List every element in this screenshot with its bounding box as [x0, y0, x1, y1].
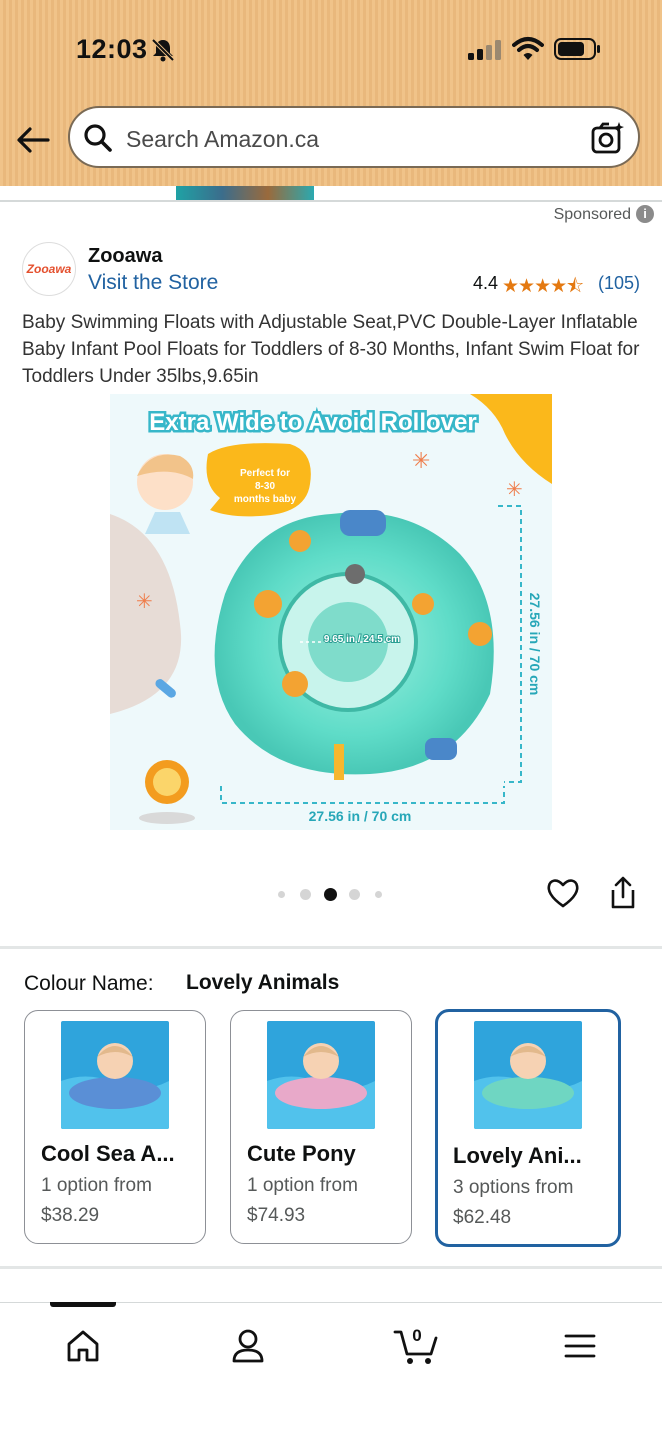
camera-search-icon[interactable] [590, 120, 626, 156]
swatch-options-count: 1 option from [41, 1175, 152, 1196]
colour-option-lovely-animals[interactable]: Lovely Ani... 3 options from $62.48 [435, 1009, 621, 1247]
product-image[interactable]: Extra Wide to Avoid Rollover Perfect for… [110, 394, 552, 830]
search-input[interactable] [124, 120, 568, 158]
image-banner-text: Extra Wide to Avoid Rollover [149, 409, 476, 436]
previous-product-image-edge [176, 186, 314, 200]
swatch-options-count: 3 options from [453, 1177, 574, 1198]
product-title[interactable]: Baby Swimming Floats with Adjustable Sea… [22, 309, 642, 390]
heart-icon[interactable] [546, 876, 580, 910]
swatch-name: Cool Sea A... [41, 1141, 175, 1166]
bubble-line-1: Perfect for [240, 468, 290, 479]
swatch-name: Cute Pony [247, 1141, 356, 1166]
battery-icon [554, 38, 600, 60]
bottom-navigation-bar [0, 1302, 662, 1441]
inner-dimension-text: 9.65 in / 24.5 cm [324, 634, 400, 645]
carousel-dot[interactable] [300, 889, 311, 900]
divider [0, 946, 662, 949]
swatch-options-count: 1 option from [247, 1175, 358, 1196]
colour-name-value: Lovely Animals [186, 971, 340, 994]
carousel-dot-active[interactable] [324, 888, 337, 901]
rating-value: 4.4 [473, 273, 499, 293]
colour-option-cute-pony[interactable]: Cute Pony 1 option from $74.93 [230, 1010, 412, 1244]
swatch-price: $74.93 [247, 1205, 306, 1226]
bubble-line-2: 8-30 [255, 481, 275, 492]
active-tab-indicator [50, 1302, 116, 1307]
share-icon[interactable] [607, 876, 639, 910]
svg-text:✳: ✳ [506, 477, 523, 501]
account-icon[interactable] [228, 1326, 268, 1366]
swatch-image [61, 1021, 169, 1129]
colour-option-cool-sea[interactable]: Cool Sea A... 1 option from $38.29 [24, 1010, 206, 1244]
swatch-name: Lovely Ani... [453, 1143, 582, 1168]
divider [0, 1266, 662, 1269]
carousel-dot[interactable] [349, 889, 360, 900]
bell-muted-icon [151, 38, 175, 62]
star-rating-icon[interactable]: ★★★★⯪ [502, 272, 584, 304]
back-arrow-button[interactable] [14, 120, 54, 160]
carousel-dot[interactable] [278, 891, 285, 898]
swatch-price: $62.48 [453, 1207, 512, 1228]
swatch-image [267, 1021, 375, 1129]
colour-name-label: Colour Name: [24, 972, 154, 995]
sponsored-label: Sponsored [553, 206, 631, 223]
info-icon[interactable]: i [636, 205, 654, 223]
swatch-image [474, 1021, 582, 1129]
store-name: Zooawa [88, 245, 163, 267]
svg-text:✳: ✳ [136, 589, 153, 613]
bubble-line-3: months baby [234, 494, 297, 505]
cart-count-badge: 0 [412, 1326, 422, 1345]
menu-icon[interactable] [560, 1326, 600, 1366]
svg-text:✳: ✳ [412, 449, 430, 474]
divider [0, 200, 662, 202]
cellular-signal-icon [468, 40, 501, 60]
carousel-dot[interactable] [375, 891, 382, 898]
status-time: 12:03 [76, 34, 148, 64]
bottom-dimension-text: 27.56 in / 70 cm [309, 808, 412, 824]
swatch-price: $38.29 [41, 1205, 100, 1226]
store-logo[interactable]: Zooawa [22, 242, 76, 296]
search-icon [84, 124, 112, 152]
review-count-link[interactable]: (105) [598, 273, 640, 294]
visit-store-link[interactable]: Visit the Store [88, 271, 218, 295]
search-bar[interactable] [68, 106, 640, 168]
home-icon[interactable] [63, 1326, 103, 1366]
side-dimension-text: 27.56 in / 70 cm [527, 593, 543, 696]
image-carousel-dots[interactable] [278, 886, 388, 902]
wifi-icon [512, 37, 544, 60]
